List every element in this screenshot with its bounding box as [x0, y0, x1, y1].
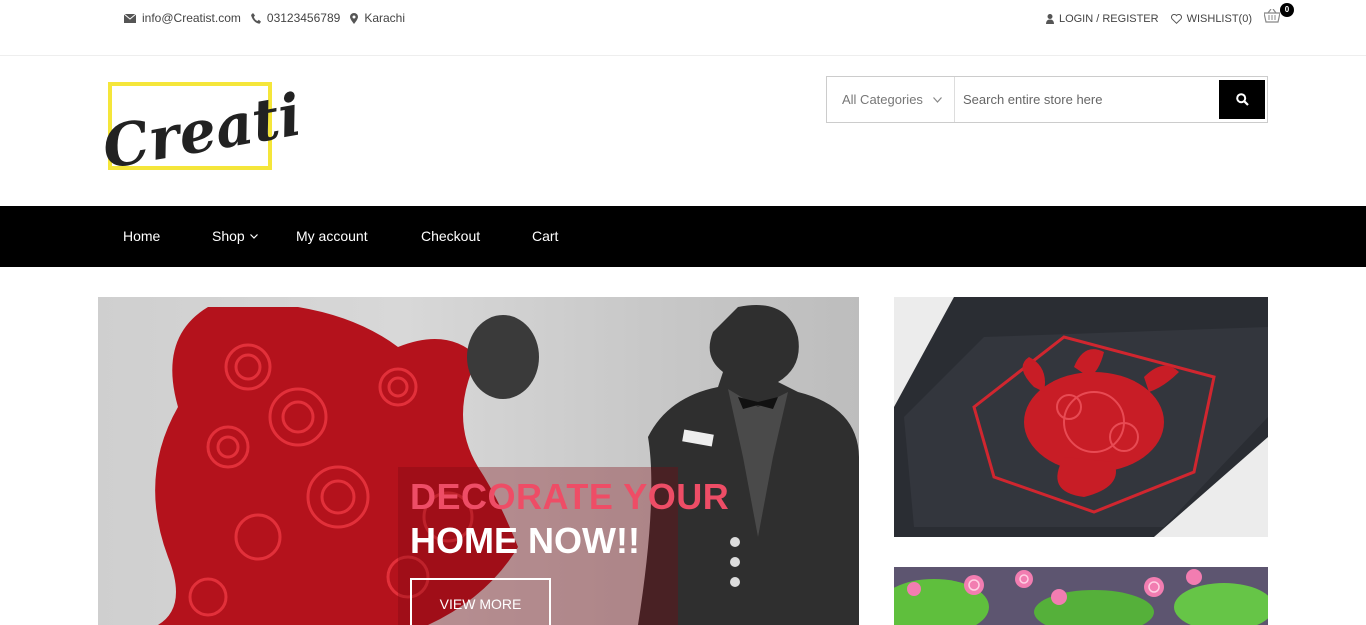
main-nav: Home Shop My account Checkout Cart	[0, 206, 1366, 267]
hero-heading: DECORATE YOUR HOME NOW!!	[410, 475, 729, 563]
email-contact[interactable]: info@Creatist.com	[124, 11, 241, 25]
nav-item-label: Checkout	[421, 228, 481, 244]
wishlist-link[interactable]: WISHLIST(0)	[1170, 13, 1252, 25]
nav-item-my-account[interactable]: My account	[296, 206, 368, 267]
dragon-artwork-image	[894, 297, 1268, 537]
category-select-label: All Categories	[842, 92, 923, 107]
cart-count-badge: 0	[1280, 3, 1294, 17]
search-icon	[1235, 93, 1249, 106]
nav-item-label: Shop	[212, 228, 245, 244]
nav-item-label: Cart	[532, 228, 559, 244]
map-marker-icon	[350, 12, 359, 24]
location-text: Karachi	[364, 11, 405, 25]
search-input[interactable]	[955, 77, 1219, 122]
search-button[interactable]	[1219, 80, 1265, 119]
wishlist-label: WISHLIST(0)	[1186, 13, 1252, 25]
chevron-down-icon	[933, 97, 942, 103]
nav-item-shop[interactable]: Shop	[212, 206, 258, 267]
nav-item-cart[interactable]: Cart	[532, 206, 558, 267]
top-bar: info@Creatist.com 03123456789 Karachi LO…	[0, 0, 1366, 56]
view-more-button[interactable]: VIEW MORE	[410, 578, 551, 625]
hero-heading-line2: HOME NOW!!	[410, 520, 640, 561]
phone-contact[interactable]: 03123456789	[250, 11, 341, 25]
heart-icon	[1170, 14, 1182, 24]
user-icon	[1045, 14, 1054, 24]
location-contact: Karachi	[350, 11, 405, 25]
hero-banner: DECORATE YOUR HOME NOW!! VIEW MORE	[98, 297, 859, 625]
contact-info: info@Creatist.com 03123456789 Karachi	[124, 11, 415, 25]
nav-item-home[interactable]: Home	[123, 206, 160, 267]
shopping-basket-icon	[1263, 8, 1281, 23]
category-select[interactable]: All Categories	[827, 77, 955, 122]
side-banner-flowers[interactable]	[894, 567, 1268, 625]
site-logo[interactable]: Creatist	[98, 70, 366, 184]
phone-text: 03123456789	[266, 11, 341, 25]
side-banner-dragon[interactable]	[894, 297, 1268, 537]
phone-icon	[250, 12, 261, 24]
hero-image	[155, 305, 859, 625]
email-text: info@Creatist.com	[142, 11, 241, 25]
nav-item-label: Home	[123, 228, 161, 244]
chevron-down-icon	[249, 234, 258, 239]
nav-item-label: My account	[296, 228, 368, 244]
search-bar: All Categories	[826, 76, 1268, 123]
nav-item-checkout[interactable]: Checkout	[421, 206, 480, 267]
quilled-flowers-image	[894, 567, 1268, 625]
envelope-icon	[124, 13, 136, 23]
user-links: LOGIN / REGISTER WISHLIST(0) 0	[1045, 3, 1294, 29]
hero-heading-line1: DECORATE YOUR	[410, 476, 730, 517]
login-register-link[interactable]: LOGIN / REGISTER	[1045, 13, 1159, 25]
login-register-label: LOGIN / REGISTER	[1058, 13, 1159, 25]
cart-button[interactable]: 0	[1263, 3, 1294, 29]
